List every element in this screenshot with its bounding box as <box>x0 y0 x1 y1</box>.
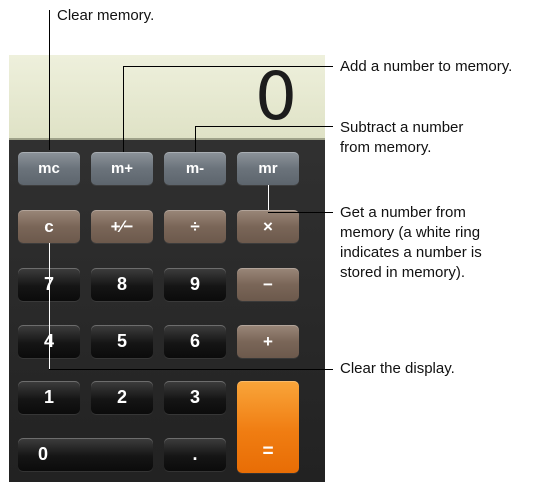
add-button[interactable]: + <box>237 325 299 358</box>
clear-memory-callout: Clear memory. <box>57 7 155 24</box>
decimal-button[interactable]: . <box>164 438 226 471</box>
digit-0-button[interactable]: 0 <box>18 438 153 471</box>
recall-memory-leader-white <box>268 185 269 210</box>
equals-button[interactable]: = <box>237 381 299 473</box>
add-memory-leader-horizontal <box>123 66 333 67</box>
recall-memory-callout-line4: stored in memory). <box>340 264 466 281</box>
recall-memory-callout-line1: Get a number from <box>340 204 466 221</box>
subtract-memory-leader-horizontal <box>195 126 333 127</box>
subtract-button[interactable]: − <box>237 268 299 301</box>
clear-display-callout: Clear the display. <box>340 360 455 377</box>
memory-add-button[interactable]: m+ <box>91 152 153 185</box>
clear-button[interactable]: c <box>18 210 80 243</box>
memory-subtract-button[interactable]: m- <box>164 152 226 185</box>
calculator-display: 0 <box>9 55 325 140</box>
subtract-memory-callout-line1: Subtract a number <box>340 119 464 136</box>
memory-recall-button[interactable]: mr <box>237 152 299 185</box>
multiply-button[interactable]: × <box>237 210 299 243</box>
clear-memory-leader <box>49 10 50 150</box>
recall-memory-leader-horizontal <box>268 212 333 213</box>
subtract-memory-leader-vertical <box>195 126 196 152</box>
digit-8-button[interactable]: 8 <box>91 268 153 301</box>
digit-9-button[interactable]: 9 <box>164 268 226 301</box>
digit-5-button[interactable]: 5 <box>91 325 153 358</box>
clear-display-leader-horizontal <box>49 369 333 370</box>
display-value: 0 <box>255 58 297 135</box>
divide-button[interactable]: ÷ <box>164 210 226 243</box>
digit-1-button[interactable]: 1 <box>18 381 80 414</box>
recall-memory-callout-line3: indicates a number is <box>340 244 482 261</box>
add-memory-callout: Add a number to memory. <box>340 58 513 75</box>
plus-minus-button[interactable]: +⁄− <box>91 210 153 243</box>
digit-3-button[interactable]: 3 <box>164 381 226 414</box>
digit-2-button[interactable]: 2 <box>91 381 153 414</box>
subtract-memory-callout: Subtract a number from memory. <box>340 118 463 158</box>
recall-memory-callout-line2: memory (a white ring <box>340 224 481 241</box>
memory-clear-button[interactable]: mc <box>18 152 80 185</box>
subtract-memory-callout-line2: from memory. <box>340 139 432 156</box>
recall-memory-callout: Get a number from memory (a white ring i… <box>340 203 482 283</box>
add-memory-leader-vertical <box>123 66 124 152</box>
digit-6-button[interactable]: 6 <box>164 325 226 358</box>
clear-display-leader-vertical <box>49 243 50 369</box>
